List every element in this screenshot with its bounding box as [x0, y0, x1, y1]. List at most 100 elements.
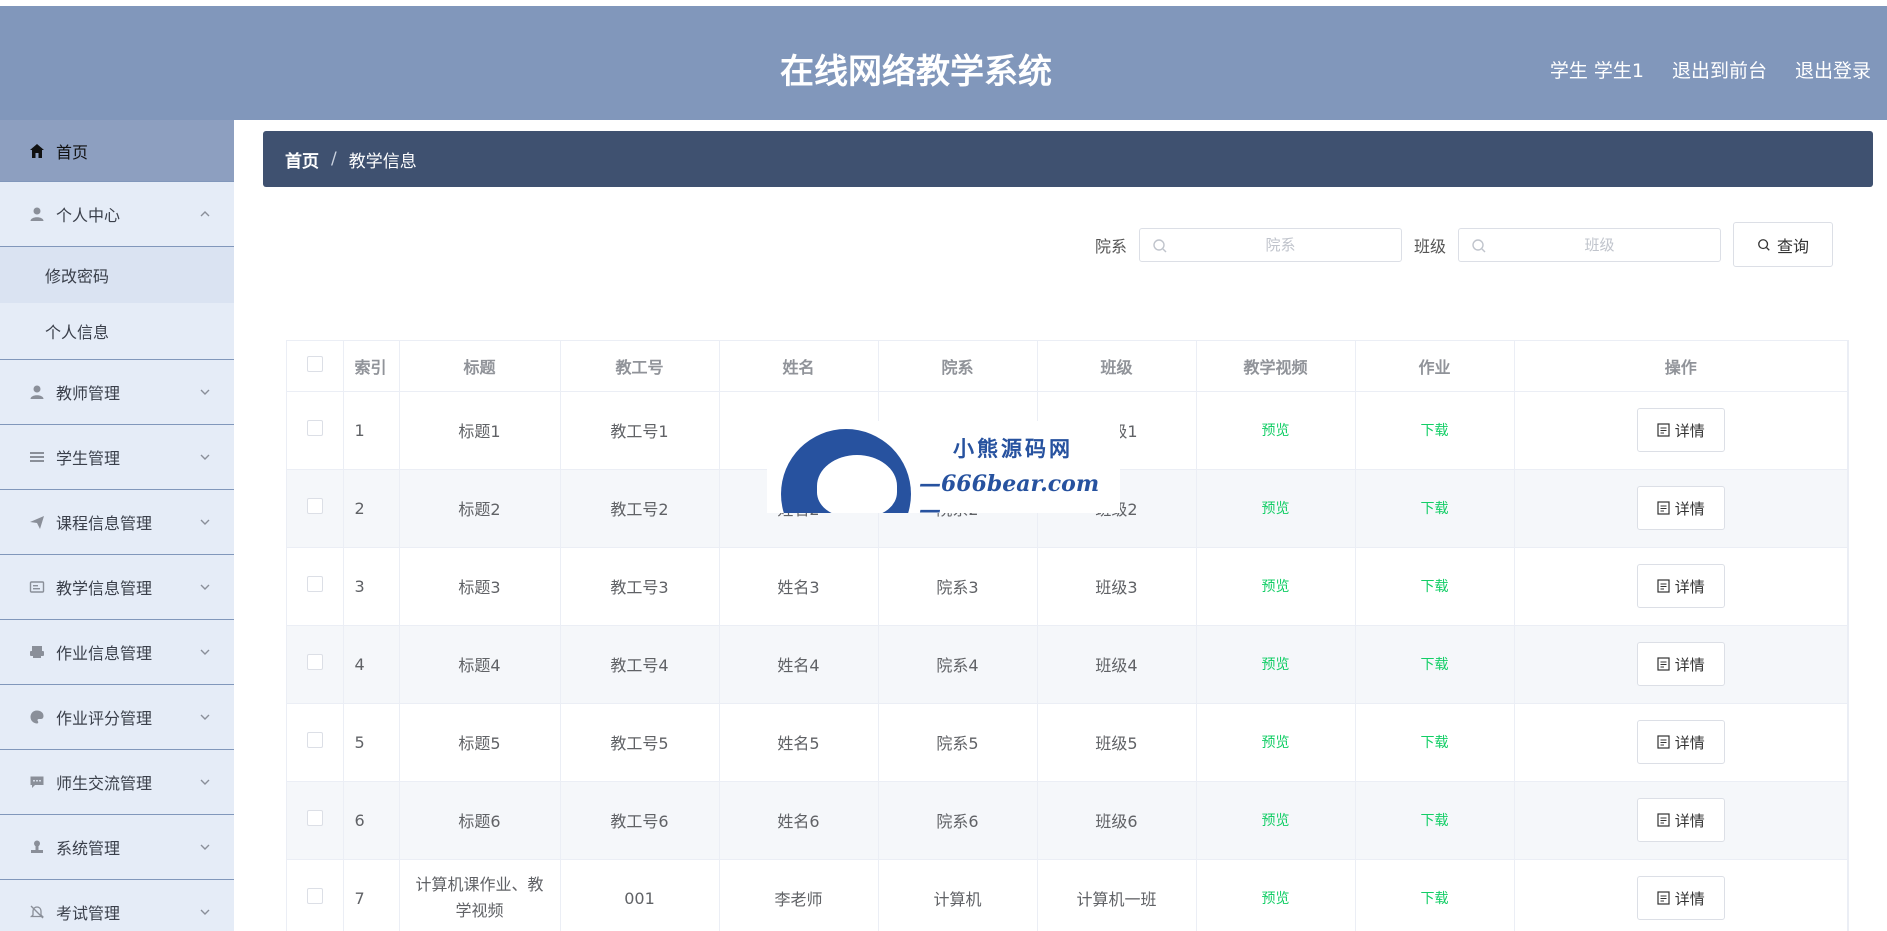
sidebar-item-label: 作业评分管理 [56, 709, 153, 728]
preview-link[interactable]: 预览 [1262, 501, 1290, 517]
detail-button[interactable]: 详情 [1636, 408, 1725, 452]
sidebar-subitem-personal-info[interactable]: 个人信息 [0, 303, 234, 359]
table-header-row: 索引 标题 教工号 姓名 院系 班级 教学视频 作业 操作 [287, 341, 1848, 392]
sidebar-item-teacher-mgmt[interactable]: 教师管理 [0, 360, 234, 425]
detail-button-label: 详情 [1674, 577, 1705, 596]
cell-title: 标题2 [399, 469, 561, 548]
front-link[interactable]: 退出到前台 [1672, 56, 1767, 83]
sidebar-item-exam-mgmt[interactable]: 考试管理 [0, 880, 234, 931]
document-icon [1657, 735, 1670, 749]
row-checkbox[interactable] [306, 888, 323, 904]
class-search-input[interactable] [1459, 228, 1720, 261]
detail-button[interactable]: 详情 [1636, 876, 1725, 920]
row-checkbox[interactable] [306, 498, 323, 514]
home-icon [28, 142, 46, 160]
watermark-url: —666bear.com— [919, 471, 1100, 513]
sidebar-item-system-mgmt[interactable]: 系统管理 [0, 815, 234, 880]
sidebar-item-label: 教学信息管理 [56, 579, 153, 598]
column-header: 教工号 [560, 341, 720, 392]
sidebar-item-home[interactable]: 首页 [0, 120, 234, 182]
sidebar-item-homework-info-mgmt[interactable]: 作业信息管理 [0, 620, 234, 685]
sidebar-item-label: 教师管理 [56, 384, 121, 403]
table-row: 7 计算机课作业、教学视频 001 李老师 计算机 计算机一班 预览 下载 详情 [287, 859, 1848, 931]
breadcrumb-separator: / [331, 149, 337, 169]
sidebar-item-label: 个人中心 [56, 206, 121, 225]
breadcrumb-home[interactable]: 首页 [285, 147, 319, 172]
cell-staff-no: 001 [560, 859, 720, 931]
sidebar: 首页 个人中心 修改密码 个人信息 教师管理 学生管理 课程信息管理 教学信息管… [0, 120, 234, 931]
detail-button[interactable]: 详情 [1636, 642, 1725, 686]
header-bar: 在线网络教学系统 学生 学生1 退出到前台 退出登录 [0, 6, 1887, 120]
cell-index: 1 [343, 391, 400, 470]
personal-center-submenu: 修改密码 个人信息 [0, 247, 234, 360]
preview-link[interactable]: 预览 [1262, 735, 1290, 751]
chevron-down-icon [200, 844, 210, 850]
watermark-name: 小熊源码网 [953, 436, 1073, 461]
row-checkbox[interactable] [306, 732, 323, 748]
chevron-down-icon [200, 714, 210, 720]
download-link[interactable]: 下载 [1421, 813, 1449, 829]
bell-off-icon [28, 903, 46, 921]
detail-button[interactable]: 详情 [1636, 720, 1725, 764]
preview-link[interactable]: 预览 [1262, 657, 1290, 673]
sidebar-item-course-info-mgmt[interactable]: 课程信息管理 [0, 490, 234, 555]
id-card-icon [28, 578, 46, 596]
select-all-checkbox[interactable] [306, 355, 323, 372]
query-button-label: 查询 [1776, 236, 1809, 256]
detail-button-label: 详情 [1674, 811, 1705, 830]
select-all-cell [287, 341, 344, 392]
sidebar-item-teaching-info-mgmt[interactable]: 教学信息管理 [0, 555, 234, 620]
document-icon [1657, 501, 1670, 515]
cell-name: 姓名5 [719, 703, 879, 782]
preview-link[interactable]: 预览 [1262, 579, 1290, 595]
row-checkbox[interactable] [306, 576, 323, 592]
chevron-down-icon [200, 779, 210, 785]
row-checkbox[interactable] [306, 420, 323, 436]
preview-link[interactable]: 预览 [1262, 891, 1290, 907]
download-link[interactable]: 下载 [1421, 579, 1449, 595]
preview-link[interactable]: 预览 [1262, 813, 1290, 829]
sidebar-item-label: 考试管理 [56, 904, 121, 923]
class-label: 班级 [1413, 236, 1446, 256]
cell-name: 姓名6 [719, 781, 879, 860]
download-link[interactable]: 下载 [1421, 423, 1449, 439]
column-header: 班级 [1037, 341, 1197, 392]
cell-index: 2 [343, 469, 400, 548]
bear-logo-icon [781, 429, 911, 513]
sidebar-item-personal-center[interactable]: 个人中心 [0, 182, 234, 247]
chevron-down-icon [200, 454, 210, 460]
download-link[interactable]: 下载 [1421, 891, 1449, 907]
chevron-down-icon [200, 519, 210, 525]
logout-link[interactable]: 退出登录 [1795, 56, 1871, 83]
cell-index: 4 [343, 625, 400, 704]
document-icon [1657, 813, 1670, 827]
chevron-down-icon [200, 389, 210, 395]
sidebar-item-homework-grading-mgmt[interactable]: 作业评分管理 [0, 685, 234, 750]
column-header: 操作 [1514, 341, 1848, 392]
detail-button[interactable]: 详情 [1636, 486, 1725, 530]
sidebar-subitem-change-password[interactable]: 修改密码 [0, 247, 234, 303]
sidebar-item-student-mgmt[interactable]: 学生管理 [0, 425, 234, 490]
download-link[interactable]: 下载 [1421, 735, 1449, 751]
user-icon [28, 383, 46, 401]
row-checkbox[interactable] [306, 654, 323, 670]
watermark-logo: 小熊源码网 —666bear.com— [767, 421, 1120, 513]
send-icon [28, 513, 46, 531]
detail-button[interactable]: 详情 [1636, 798, 1725, 842]
column-header: 作业 [1355, 341, 1515, 392]
cell-index: 7 [343, 859, 400, 931]
download-link[interactable]: 下载 [1421, 501, 1449, 517]
cell-title: 计算机课作业、教学视频 [399, 859, 561, 931]
breadcrumb-current: 教学信息 [348, 151, 417, 172]
cell-index: 6 [343, 781, 400, 860]
detail-button-label: 详情 [1674, 889, 1705, 908]
preview-link[interactable]: 预览 [1262, 423, 1290, 439]
query-button[interactable]: 查询 [1733, 222, 1833, 267]
cell-class: 班级4 [1037, 625, 1197, 704]
cell-title: 标题1 [399, 391, 561, 470]
row-checkbox[interactable] [306, 810, 323, 826]
detail-button[interactable]: 详情 [1636, 564, 1725, 608]
download-link[interactable]: 下载 [1421, 657, 1449, 673]
dept-search-input[interactable] [1139, 228, 1401, 261]
sidebar-item-communication-mgmt[interactable]: 师生交流管理 [0, 750, 234, 815]
